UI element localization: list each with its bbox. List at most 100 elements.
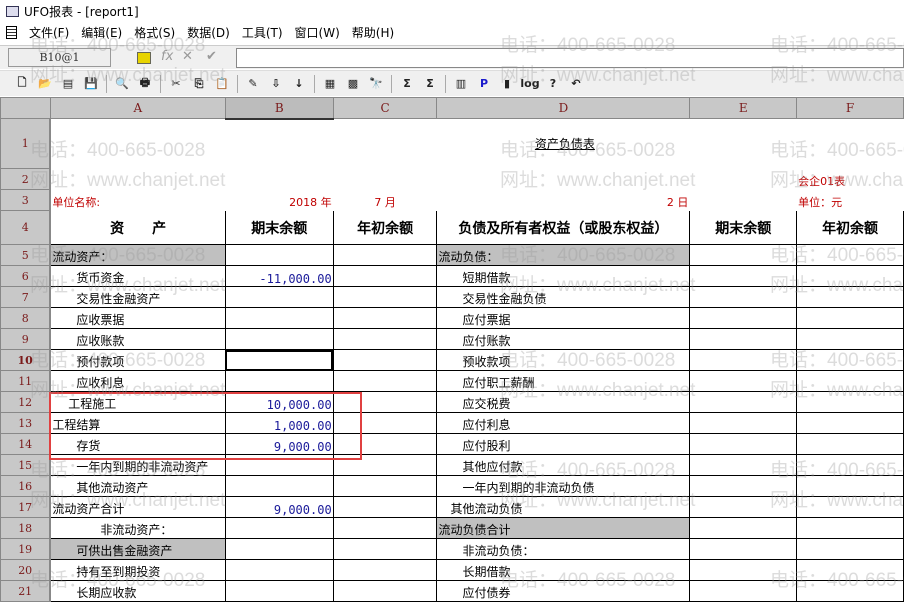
liability-opening-balance[interactable]	[796, 580, 904, 602]
asset-item[interactable]: 非流动资产：	[49, 517, 226, 539]
column-header-b[interactable]: B	[224, 97, 334, 120]
row-header[interactable]: 15	[0, 454, 52, 476]
open-icon[interactable]: 📂	[37, 76, 53, 92]
asset-item[interactable]: 货币资金	[49, 265, 226, 287]
column-sum-icon[interactable]: Σ	[422, 76, 438, 92]
menu-format[interactable]: 格式(S)	[134, 24, 175, 41]
new-icon[interactable]: 🗋	[14, 76, 30, 92]
liability-item[interactable]: 非流动负债：	[436, 538, 691, 560]
asset-item[interactable]: 一年内到期的非流动资产	[49, 454, 226, 476]
blank-icon[interactable]: ▤	[60, 76, 76, 92]
cell[interactable]	[50, 119, 225, 169]
unit-name-label[interactable]: 单位名称:	[50, 190, 225, 211]
asset-item[interactable]: 预付款项	[49, 349, 226, 371]
menu-tools[interactable]: 工具(T)	[242, 24, 283, 41]
asset-closing-balance[interactable]	[224, 307, 334, 329]
asset-closing-balance[interactable]	[224, 454, 334, 476]
asset-closing-balance[interactable]	[224, 328, 334, 350]
liability-opening-balance[interactable]	[796, 475, 904, 497]
liability-closing-balance[interactable]	[689, 370, 798, 392]
liability-closing-balance[interactable]	[689, 328, 798, 350]
liability-opening-balance[interactable]	[796, 496, 904, 518]
liability-opening-balance[interactable]	[796, 244, 904, 266]
liability-item[interactable]: 其他流动负债	[436, 496, 691, 518]
row-header[interactable]: 21	[0, 580, 52, 602]
liability-item[interactable]: 一年内到期的非流动负债	[436, 475, 691, 497]
asset-opening-balance[interactable]	[332, 496, 438, 518]
liability-item[interactable]: 流动负债：	[436, 244, 691, 266]
menu-help[interactable]: 帮助(H)	[352, 24, 394, 41]
cell[interactable]	[437, 169, 690, 190]
row-header[interactable]: 16	[0, 475, 52, 497]
asset-item[interactable]: 持有至到期投资	[49, 559, 226, 581]
row-header[interactable]: 14	[0, 433, 52, 455]
asset-closing-balance[interactable]	[224, 244, 334, 266]
liability-opening-balance[interactable]	[796, 454, 904, 476]
row-header[interactable]: 1	[0, 118, 52, 169]
liability-opening-balance[interactable]	[796, 538, 904, 560]
asset-item[interactable]: 长期应收款	[49, 580, 226, 602]
asset-closing-balance[interactable]: -11,000.00	[224, 265, 334, 287]
row-header[interactable]: 8	[0, 307, 52, 329]
liability-item[interactable]: 应交税费	[436, 391, 691, 413]
merge-icon[interactable]: ▦	[322, 76, 338, 92]
liability-closing-balance[interactable]	[689, 559, 798, 581]
row-header[interactable]: 13	[0, 412, 52, 434]
liability-closing-balance[interactable]	[689, 496, 798, 518]
liability-opening-balance[interactable]	[796, 286, 904, 308]
liability-opening-balance[interactable]	[796, 433, 904, 455]
formula-input[interactable]	[236, 48, 904, 68]
column-header-d[interactable]: D	[436, 97, 691, 119]
asset-item[interactable]: 应收利息	[49, 370, 226, 392]
cell[interactable]	[690, 169, 797, 190]
save-icon[interactable]: 💾	[83, 76, 99, 92]
confirm-icon[interactable]: ✔	[206, 49, 217, 64]
asset-opening-balance[interactable]	[332, 265, 438, 287]
month[interactable]: 7 月	[333, 190, 437, 211]
asset-opening-balance[interactable]	[332, 538, 438, 560]
liability-item[interactable]: 预收款项	[436, 349, 691, 371]
day[interactable]: 2 日	[437, 190, 690, 211]
liability-opening-balance[interactable]	[796, 412, 904, 434]
pin-icon[interactable]: ▮	[499, 76, 515, 92]
liability-item[interactable]: 应付票据	[436, 307, 691, 329]
asset-opening-balance[interactable]	[332, 391, 438, 413]
asset-closing-balance[interactable]	[224, 370, 334, 392]
liability-closing-balance[interactable]	[689, 538, 798, 560]
print-preview-icon[interactable]: 🔍	[114, 76, 130, 92]
liability-opening-balance[interactable]	[796, 559, 904, 581]
liability-closing-balance[interactable]	[689, 349, 798, 371]
asset-item[interactable]: 应收账款	[49, 328, 226, 350]
log-icon[interactable]: log	[520, 76, 539, 92]
copy-icon[interactable]: ⎘	[191, 76, 207, 92]
corner-cell[interactable]	[0, 97, 51, 119]
liability-item[interactable]: 长期借款	[436, 559, 691, 581]
asset-closing-balance[interactable]	[224, 559, 334, 581]
asset-opening-balance[interactable]	[332, 244, 438, 266]
asset-closing-balance[interactable]	[224, 538, 334, 560]
row-header[interactable]: 12	[0, 391, 52, 413]
menu-window[interactable]: 窗口(W)	[295, 24, 340, 41]
liability-opening-balance[interactable]	[796, 391, 904, 413]
asset-opening-balance[interactable]	[332, 412, 438, 434]
menu-data[interactable]: 数据(D)	[187, 24, 230, 41]
row-header[interactable]: 3	[0, 189, 52, 211]
row-header[interactable]: 4	[0, 210, 52, 245]
liability-item[interactable]: 流动负债合计	[436, 517, 691, 539]
asset-item[interactable]: 工程施工	[49, 391, 226, 413]
asset-opening-balance[interactable]	[332, 475, 438, 497]
liability-item[interactable]: 应付债券	[436, 580, 691, 602]
asset-opening-balance[interactable]	[332, 517, 438, 539]
liability-item[interactable]: 短期借款	[436, 265, 691, 287]
row-header[interactable]: 10	[0, 349, 52, 371]
cell[interactable]	[225, 169, 333, 190]
format-brush-icon[interactable]: ✎	[245, 76, 261, 92]
liability-opening-balance[interactable]	[796, 307, 904, 329]
sort-icon[interactable]: ↓	[291, 76, 307, 92]
liability-closing-balance[interactable]	[689, 265, 798, 287]
liability-opening-balance[interactable]	[796, 265, 904, 287]
grid-icon[interactable]: ▩	[345, 76, 361, 92]
row-header[interactable]: 20	[0, 559, 52, 581]
liability-item[interactable]: 交易性金融负债	[436, 286, 691, 308]
liability-opening-balance[interactable]	[796, 517, 904, 539]
